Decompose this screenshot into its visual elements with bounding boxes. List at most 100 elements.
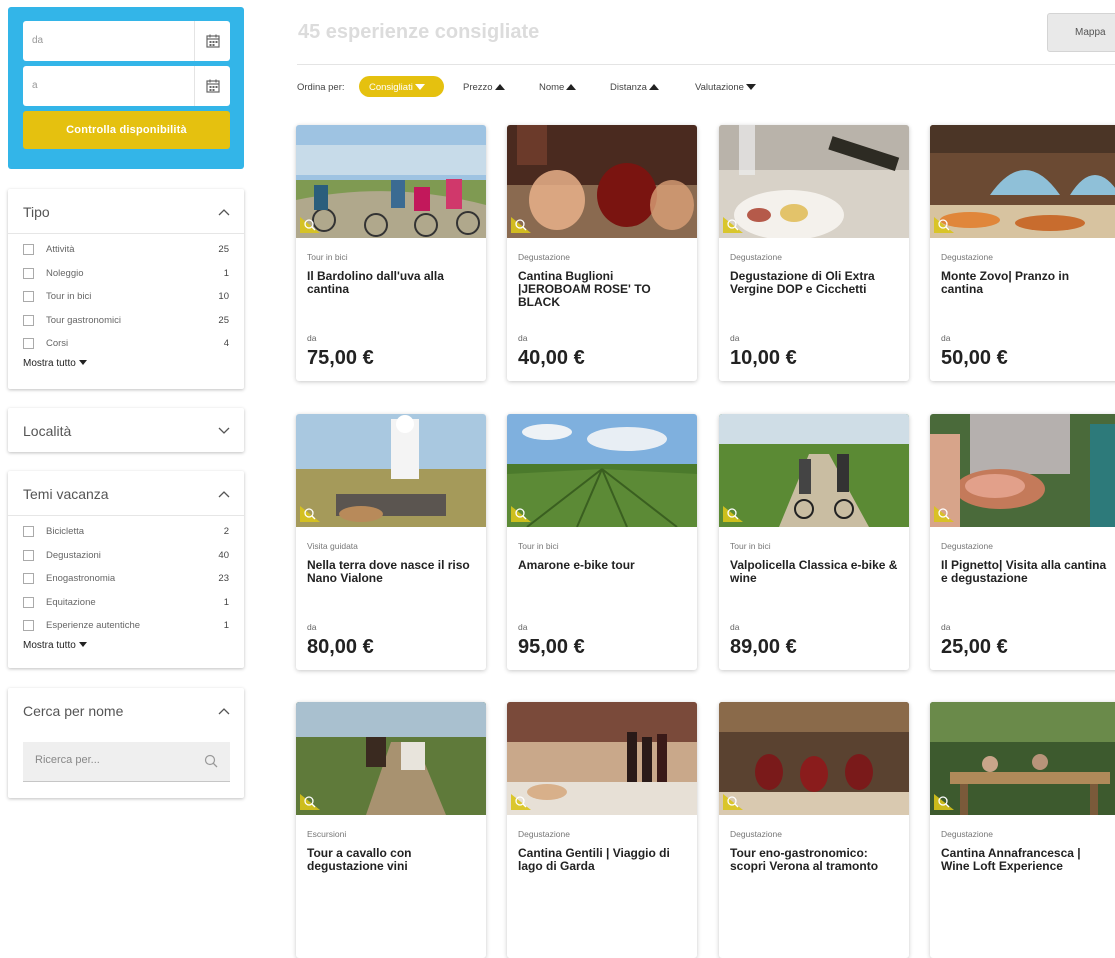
zoom-icon [934,217,954,233]
name-search-field[interactable] [23,742,230,782]
experience-card[interactable]: Degustazione Monte Zovo| Pranzo in canti… [930,125,1115,381]
sort-option-consigliati[interactable]: Consigliati [359,76,444,97]
experience-card[interactable]: Escursioni Tour a cavallo con degustazio… [296,702,486,958]
sort-option-prezzo[interactable]: Prezzo [463,82,505,93]
filter-option-count: 23 [218,573,229,584]
card-image[interactable] [296,702,486,815]
card-category: Degustazione [518,252,570,262]
filter-option-count: 1 [223,620,229,631]
checkbox[interactable] [23,314,34,326]
card-category: Tour in bici [730,541,771,551]
card-image[interactable] [507,702,697,815]
sort-option-label: Distanza [610,82,647,93]
card-image[interactable] [719,125,909,238]
card-image[interactable] [507,125,697,238]
card-title[interactable]: Nella terra dove nasce il riso Nano Vial… [307,559,477,585]
experience-card[interactable]: Visita guidata Nella terra dove nasce il… [296,414,486,670]
card-title[interactable]: Cantina Annafrancesca | Wine Loft Experi… [941,847,1111,873]
caret-up-icon [566,84,577,90]
sort-option-label: Nome [539,82,565,93]
map-button[interactable]: Mappa [1047,13,1115,52]
card-title[interactable]: Tour eno-gastronomico: scopri Verona al … [730,847,900,873]
caret-down-icon [78,359,87,365]
checkbox[interactable] [23,549,34,561]
zoom-icon [723,217,743,233]
date-to-calendar-button[interactable] [194,66,230,106]
filter-option-count: 1 [223,596,229,608]
card-title[interactable]: Il Pignetto| Visita alla cantina e degus… [941,559,1111,585]
card-price: 40,00 € [518,347,585,369]
experience-card[interactable]: Degustazione Cantina Gentili | Viaggio d… [507,702,697,958]
filter-option[interactable]: Noleggio 1 [23,265,229,289]
filter-option-label: Attività [46,244,75,255]
checkbox[interactable] [23,596,34,608]
filter-option[interactable]: Esperienze autentiche 1 [23,617,229,641]
card-title[interactable]: Valpolicella Classica e-bike & wine [730,559,900,585]
checkbox[interactable] [23,291,34,302]
checkbox[interactable] [23,244,34,255]
filter-option-count: 4 [223,338,229,349]
filter-option[interactable]: Bicicletta 2 [23,523,229,547]
card-image[interactable] [930,414,1115,527]
filter-option[interactable]: Tour in bici 10 [23,288,229,312]
show-all-link[interactable]: Mostra tutto [8,358,244,369]
search-icon[interactable] [204,754,218,768]
experience-card[interactable]: Degustazione Il Pignetto| Visita alla ca… [930,414,1115,670]
checkbox[interactable] [23,526,34,537]
card-image[interactable] [930,125,1115,238]
experience-card[interactable]: Degustazione Tour eno-gastronomico: scop… [719,702,909,958]
card-title[interactable]: Cantina Gentili | Viaggio di lago di Gar… [518,847,688,873]
filter-option[interactable]: Corsi 4 [23,335,229,359]
card-image[interactable] [507,414,697,527]
checkbox[interactable] [23,338,34,349]
experience-card[interactable]: Degustazione Cantina Buglioni |JEROBOAM … [507,125,697,381]
filter-option[interactable]: Enogastronomia 23 [23,570,229,594]
card-image[interactable] [719,414,909,527]
zoom-icon [300,506,320,522]
card-image[interactable] [296,414,486,527]
filter-option[interactable]: Tour gastronomici 25 [23,312,229,336]
filter-option[interactable]: Degustazioni 40 [23,547,229,571]
date-to-field[interactable]: a [23,66,230,106]
card-title[interactable]: Amarone e-bike tour [518,559,688,572]
experience-card[interactable]: Tour in bici Il Bardolino dall'uva alla … [296,125,486,381]
filter-header-localita[interactable]: Località [8,408,244,452]
card-category: Degustazione [941,541,993,551]
card-category: Degustazione [941,829,993,839]
check-availability-button[interactable]: Controlla disponibilità [23,111,230,149]
card-title[interactable]: Cantina Buglioni |JEROBOAM ROSE' TO BLAC… [518,270,688,309]
divider [297,64,1115,65]
card-title[interactable]: Tour a cavallo con degustazione vini [307,847,477,873]
checkbox[interactable] [23,573,34,584]
sort-option-distanza[interactable]: Distanza [610,82,659,93]
filter-option[interactable]: Attività 25 [23,241,229,265]
experience-card[interactable]: Degustazione Degustazione di Oli Extra V… [719,125,909,381]
experience-card[interactable]: Tour in bici Valpolicella Classica e-bik… [719,414,909,670]
card-image[interactable] [296,125,486,238]
filter-title: Località [23,423,72,439]
card-title[interactable]: Degustazione di Oli Extra Vergine DOP e … [730,270,900,296]
filter-option[interactable]: Equitazione 1 [23,594,229,618]
checkbox[interactable] [23,620,34,631]
name-search-input[interactable] [35,754,185,766]
filter-panel-search: Cerca per nome [8,688,244,798]
filter-header-tipo[interactable]: Tipo [8,189,244,234]
zoom-icon [511,506,531,522]
card-image[interactable] [930,702,1115,815]
checkbox[interactable] [23,267,34,279]
experience-card[interactable]: Degustazione Cantina Annafrancesca | Win… [930,702,1115,958]
date-from-field[interactable]: da [23,21,230,61]
sort-option-valutazione[interactable]: Valutazione [695,82,756,93]
filter-header-search[interactable]: Cerca per nome [8,688,244,732]
filter-header-temi[interactable]: Temi vacanza [8,471,244,516]
card-price-from: da [307,333,317,343]
filter-option-label: Enogastronomia [46,573,116,584]
card-title[interactable]: Il Bardolino dall'uva alla cantina [307,270,477,296]
filter-option-label: Esperienze autentiche [46,620,141,631]
experience-card[interactable]: Tour in bici Amarone e-bike tour da 95,0… [507,414,697,670]
card-image[interactable] [719,702,909,815]
show-all-link[interactable]: Mostra tutto [8,640,244,651]
card-title[interactable]: Monte Zovo| Pranzo in cantina [941,270,1111,296]
sort-option-nome[interactable]: Nome [539,82,577,93]
date-from-calendar-button[interactable] [194,21,230,61]
